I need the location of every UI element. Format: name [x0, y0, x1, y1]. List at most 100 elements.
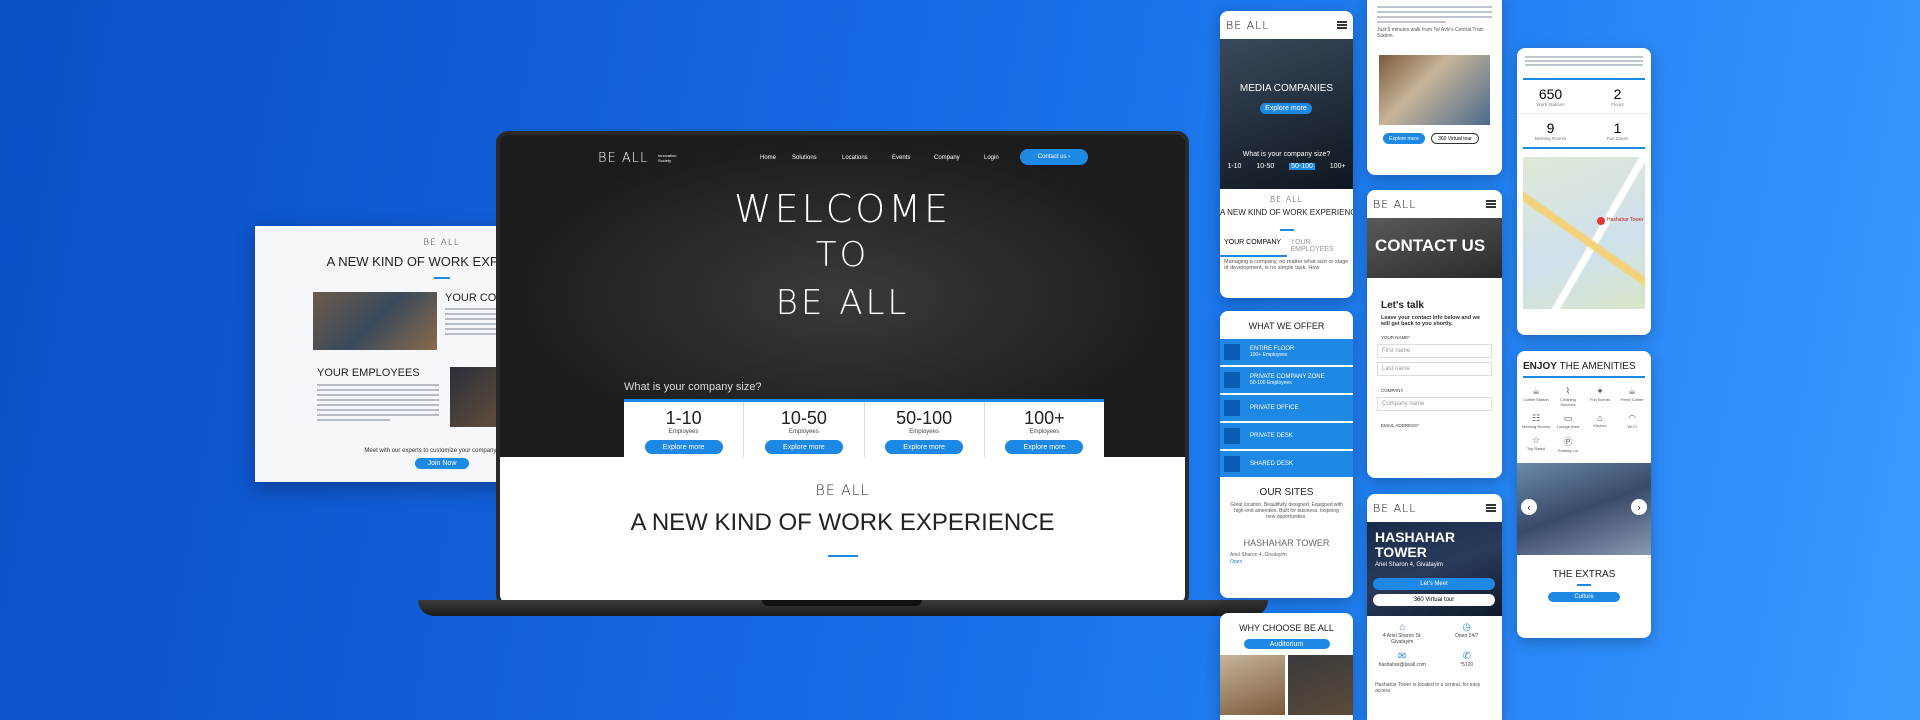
location-buttons: Explore more 360 Virtual tour	[1367, 125, 1502, 152]
explore-more-button[interactable]: Explore more	[1383, 133, 1425, 144]
size-option[interactable]: 50-100 Employees Explore more	[865, 402, 985, 459]
explore-more-button[interactable]: Explore more	[1260, 103, 1312, 114]
size-option[interactable]: 1-10 Employees Explore more	[624, 402, 745, 459]
explore-more-button[interactable]: Explore more	[885, 440, 964, 454]
offer-item[interactable]: ENTIRE FLOOR 100+ Employees	[1220, 339, 1353, 365]
meeting-icon: ☷	[1531, 413, 1541, 423]
company-name-input[interactable]: Company name	[1377, 397, 1492, 411]
info-text[interactable]: *5120	[1460, 662, 1473, 668]
phone-header: BE ALL	[1367, 494, 1502, 522]
offer-item[interactable]: SHARED DESK	[1220, 451, 1353, 477]
tab-your-employees[interactable]: YOUR EMPLOYEES	[1287, 235, 1354, 257]
broom-icon: ⌇	[1565, 386, 1571, 396]
info-text: Open 24/7	[1455, 633, 1479, 639]
stat-value: 650	[1538, 86, 1563, 102]
amenities-carousel: ‹ ›	[1517, 463, 1651, 555]
size-tab[interactable]: 1-10	[1227, 163, 1241, 170]
mail-icon: ✉	[1398, 651, 1407, 662]
sofa-icon: ▭	[1563, 413, 1573, 423]
explore-more-button[interactable]: Explore more	[764, 440, 843, 454]
laptop-screen: BE ALL Innovation Society Home Solutions…	[496, 131, 1189, 607]
phone-icon: ✆	[1462, 651, 1471, 662]
laptop-notch	[762, 600, 922, 606]
offer-label: SHARED DESK	[1250, 461, 1294, 467]
menu-icon[interactable]	[1486, 200, 1496, 208]
explore-more-button[interactable]: Explore more	[1005, 440, 1084, 454]
phone-hero-text: MEDIA COMPANIES	[1239, 83, 1334, 94]
section-logo: BE ALL	[1269, 195, 1304, 204]
chevron-left-icon[interactable]: ‹	[1521, 499, 1537, 515]
nav-solutions[interactable]: Solutions	[792, 155, 817, 161]
virtual-tour-button[interactable]: 360 Virtual tour	[1373, 594, 1495, 606]
contact-us-label: Contact us	[1037, 154, 1067, 160]
offer-item[interactable]: PRIVATE OFFICE	[1220, 395, 1353, 421]
join-now-button[interactable]: Join Now	[415, 458, 469, 469]
divider	[1523, 147, 1645, 149]
menu-icon[interactable]	[1337, 21, 1347, 29]
contact-us-button[interactable]: Contact us ›	[1020, 149, 1088, 165]
map-pin-icon[interactable]	[1597, 217, 1605, 225]
phone-logo[interactable]: BE ALL	[1373, 198, 1416, 211]
stat: 2 Floors	[1584, 80, 1651, 114]
stat-value: 1	[1613, 120, 1622, 136]
phone-logo[interactable]: BE ALL	[1373, 502, 1416, 515]
divider	[433, 277, 450, 279]
first-name-input[interactable]: First name	[1377, 344, 1492, 358]
sites-text: Great location. Beautifully designed. Eq…	[1230, 502, 1343, 520]
amenity-label: Cleaning Services	[1560, 397, 1576, 407]
menu-icon[interactable]	[1486, 504, 1496, 512]
tab-your-company[interactable]: YOUR COMPANY	[1220, 235, 1287, 257]
top-nav: BE ALL Innovation Society Home Solutions…	[500, 149, 1185, 169]
nav-locations[interactable]: Locations	[842, 155, 868, 161]
divider	[827, 555, 858, 557]
size-option[interactable]: 10-50 Employees Explore more	[744, 402, 865, 459]
chevron-right-icon[interactable]: ›	[1631, 499, 1647, 515]
site-link[interactable]: Open	[1220, 558, 1353, 565]
site-name[interactable]: HASHAHAR TOWER	[1220, 538, 1353, 548]
nav-logo[interactable]: BE ALL	[598, 151, 648, 166]
lets-meet-button[interactable]: Let's Meet	[1373, 578, 1495, 590]
divider	[1279, 229, 1294, 231]
virtual-tour-button[interactable]: 360 Virtual tour	[1431, 133, 1479, 144]
phone-hero: MEDIA COMPANIES Explore more What is you…	[1220, 39, 1353, 189]
welcome-line-2: TO	[815, 235, 870, 275]
culture-button[interactable]: Culture	[1548, 592, 1620, 602]
size-tab-active[interactable]: 50-100	[1289, 163, 1315, 170]
nav-login[interactable]: Login	[984, 155, 999, 161]
cup-icon: ☕	[1627, 386, 1637, 396]
extras-title: THE EXTRAS	[1552, 569, 1616, 580]
stat-label: Work Stations	[1536, 102, 1565, 107]
offer-item[interactable]: PRIVATE COMPANY ZONE 50-100 Employees	[1220, 367, 1353, 393]
nav-company[interactable]: Company	[934, 155, 960, 161]
last-name-input[interactable]: Last name	[1377, 362, 1492, 376]
location-map[interactable]: Hashahar Tower	[1523, 157, 1645, 309]
section-title: A NEW KIND OF WORK EXPERIENCE	[630, 509, 1055, 536]
amenity-label: Meeting Rooms	[1521, 424, 1550, 429]
size-tab[interactable]: 10-50	[1256, 163, 1274, 170]
email-label: EMAIL ADDRESS*	[1381, 423, 1419, 428]
offer-sub: 100+ Employees	[1250, 352, 1288, 358]
stat: 9 Meeting Rooms	[1517, 114, 1584, 147]
size-label: Employees	[789, 429, 819, 435]
hero: BE ALL Innovation Society Home Solutions…	[500, 135, 1185, 459]
welcome-line-1: WELCOME	[734, 187, 951, 231]
welcome-line-3: BE ALL	[775, 283, 910, 323]
phone-logo[interactable]: BE ALL	[1226, 19, 1269, 32]
size-option[interactable]: 100+ Employees Explore more	[985, 402, 1104, 459]
amenity: Ⓟ Parking Lot	[1553, 435, 1583, 453]
offer-item[interactable]: PRIVATE DESK	[1220, 423, 1353, 449]
name-label: YOUR NAME*	[1381, 335, 1411, 340]
amenity: ▭ Lounge Area	[1553, 413, 1583, 429]
auditorium-tab[interactable]: Auditorium	[1243, 639, 1330, 649]
wifi-icon: ◠	[1628, 413, 1636, 423]
phone-contact: BE ALL CONTACT US Let's talk Leave your …	[1367, 190, 1502, 478]
explore-more-button[interactable]: Explore more	[644, 440, 723, 454]
site-address: Ariel Sharon 4, Givatayim	[1230, 552, 1287, 558]
size-tab[interactable]: 100+	[1330, 163, 1346, 170]
nav-home[interactable]: Home	[760, 155, 776, 161]
nav-events[interactable]: Events	[892, 155, 910, 161]
info-text[interactable]: hashahar@beall.com	[1379, 662, 1426, 668]
stat-label: Meeting Rooms	[1534, 136, 1567, 141]
offer-label: PRIVATE OFFICE	[1250, 405, 1299, 411]
your-employees-heading: YOUR EMPLOYEES	[317, 367, 420, 379]
